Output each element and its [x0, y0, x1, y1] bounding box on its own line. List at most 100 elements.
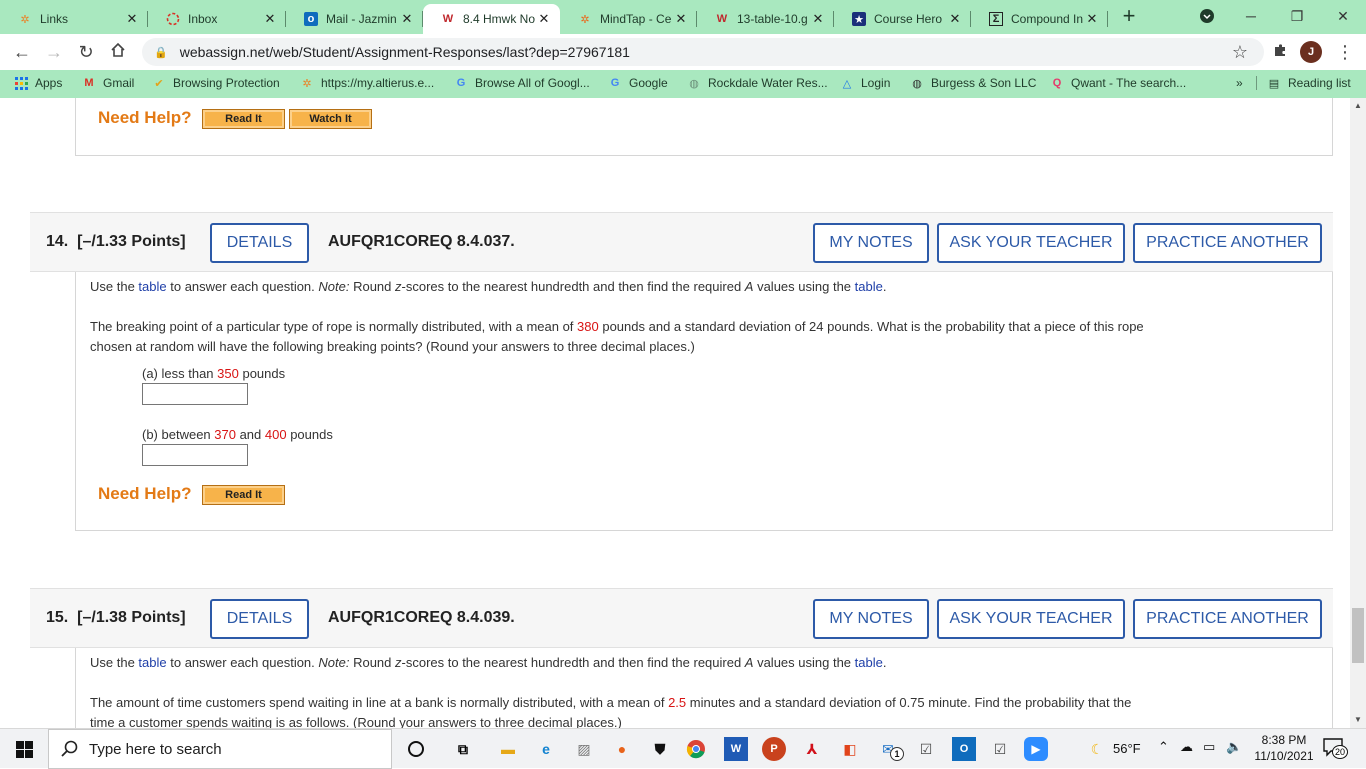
bookmark-browsing-protection[interactable]: ✔ Browsing Protection: [152, 76, 279, 90]
ask-your-teacher-button[interactable]: ASK YOUR TEACHER: [937, 223, 1125, 263]
word-icon[interactable]: W: [724, 737, 748, 761]
bookmarks-overflow-button[interactable]: »: [1236, 76, 1243, 90]
zoom-icon[interactable]: ▶: [1024, 737, 1048, 761]
tab-table[interactable]: W 13-table-10.g ✕: [697, 4, 834, 34]
part-b-answer-input[interactable]: [142, 444, 248, 466]
restore-button[interactable]: ❐: [1274, 0, 1320, 32]
outlook-app-icon[interactable]: O: [952, 737, 976, 761]
close-icon[interactable]: ✕: [810, 11, 826, 27]
read-it-button[interactable]: Read It: [202, 109, 285, 129]
security-shield-icon[interactable]: ⛊: [648, 737, 672, 761]
close-icon[interactable]: ✕: [947, 11, 963, 27]
powerpoint-icon[interactable]: P: [762, 737, 786, 761]
chrome-icon[interactable]: [684, 737, 708, 761]
task-view-icon[interactable]: ⧉: [451, 737, 475, 761]
table-link[interactable]: table: [855, 655, 883, 670]
moon-weather-icon: ☾: [1090, 740, 1104, 757]
bookmark-altierus[interactable]: ✲ https://my.altierus.e...: [300, 76, 434, 90]
cortana-icon[interactable]: [404, 737, 428, 761]
close-icon[interactable]: ✕: [536, 11, 552, 27]
page-scrollbar[interactable]: ▲ ▼: [1350, 98, 1366, 728]
bookmark-star-button[interactable]: ☆: [1228, 40, 1252, 64]
onedrive-cloud-icon[interactable]: ☁: [1180, 739, 1193, 755]
close-icon[interactable]: ✕: [673, 11, 689, 27]
home-button[interactable]: [106, 40, 130, 64]
close-icon[interactable]: ✕: [124, 11, 140, 27]
menu-button[interactable]: ⋮: [1333, 40, 1357, 64]
file-explorer-icon[interactable]: ▬: [496, 737, 520, 761]
extensions-button[interactable]: [1268, 40, 1292, 64]
my-notes-button[interactable]: MY NOTES: [813, 223, 929, 263]
bookmark-gmail[interactable]: M Gmail: [82, 76, 134, 90]
bookmark-qwant[interactable]: Q Qwant - The search...: [1050, 76, 1186, 90]
acrobat-icon[interactable]: ⅄: [800, 737, 824, 761]
profile-avatar[interactable]: J: [1300, 41, 1322, 63]
details-button[interactable]: DETAILS: [210, 223, 309, 263]
bookmark-rockdale[interactable]: ◍ Rockdale Water Res...: [687, 76, 827, 90]
reload-button[interactable]: ↻: [74, 40, 98, 64]
read-it-button[interactable]: Read It: [202, 485, 285, 505]
back-button[interactable]: ←: [10, 40, 34, 64]
details-button[interactable]: DETAILS: [210, 599, 309, 639]
bookmark-burgess[interactable]: ◍ Burgess & Son LLC: [910, 76, 1036, 90]
table-link[interactable]: table: [138, 655, 166, 670]
ask-your-teacher-button[interactable]: ASK YOUR TEACHER: [937, 599, 1125, 639]
weather-temperature[interactable]: 56°F: [1113, 741, 1141, 756]
question-code: AUFQR1COREQ 8.4.037.: [328, 233, 515, 250]
part-a-answer-input[interactable]: [142, 383, 248, 405]
bookmark-google[interactable]: G Google: [608, 76, 668, 90]
tab-title: 8.4 Hmwk No: [463, 12, 536, 26]
tab-title: 13-table-10.g: [737, 12, 808, 26]
tab-search-button[interactable]: [1184, 0, 1230, 32]
start-button[interactable]: [12, 737, 36, 761]
table-link[interactable]: table: [138, 279, 166, 294]
watch-it-button[interactable]: Watch It: [289, 109, 372, 129]
taskbar-search-box[interactable]: Type here to search: [48, 729, 392, 769]
volume-icon[interactable]: 🔈: [1226, 739, 1242, 755]
tab-compound[interactable]: Σ Compound In ✕: [971, 4, 1108, 34]
new-tab-button[interactable]: +: [1118, 5, 1140, 28]
reading-list-icon: ▤: [1268, 77, 1280, 90]
scroll-down-arrow-icon[interactable]: ▼: [1350, 712, 1366, 728]
chevron-down-icon: [1200, 9, 1214, 23]
edge-icon[interactable]: e: [534, 737, 558, 761]
lock-icon: 🔒: [154, 46, 168, 59]
my-notes-button[interactable]: MY NOTES: [813, 599, 929, 639]
firefox-icon[interactable]: ●: [610, 737, 634, 761]
practice-another-button[interactable]: PRACTICE ANOTHER: [1133, 223, 1322, 263]
scroll-up-arrow-icon[interactable]: ▲: [1350, 98, 1366, 114]
address-bar[interactable]: 🔒 webassign.net/web/Student/Assignment-R…: [142, 38, 1264, 66]
tab-hmwk[interactable]: W 8.4 Hmwk No ✕: [423, 4, 560, 34]
forward-button[interactable]: →: [42, 40, 66, 64]
photos-icon[interactable]: ▨: [572, 737, 596, 761]
tab-mindtap[interactable]: ✲ MindTap - Ce ✕: [560, 4, 697, 34]
minimize-button[interactable]: ─: [1228, 0, 1274, 32]
checklist-icon[interactable]: ☑: [988, 737, 1012, 761]
mail-icon[interactable]: ✉ 1: [876, 737, 904, 761]
norton-check-icon[interactable]: ☑: [914, 737, 938, 761]
clock[interactable]: 8:38 PM 11/10/2021: [1254, 732, 1314, 764]
office-icon[interactable]: ◧: [838, 737, 862, 761]
bookmark-apps[interactable]: Apps: [14, 76, 62, 90]
bookmark-browse-google[interactable]: G Browse All of Googl...: [454, 76, 590, 90]
bookmark-login[interactable]: △ Login: [840, 76, 891, 90]
close-icon[interactable]: ✕: [262, 11, 278, 27]
tab-title: MindTap - Ce: [600, 12, 672, 26]
close-icon[interactable]: ✕: [1084, 11, 1100, 27]
scroll-thumb[interactable]: [1352, 608, 1364, 663]
close-window-button[interactable]: ✕: [1320, 0, 1366, 32]
tab-mail[interactable]: o Mail - Jazmin ✕: [286, 4, 423, 34]
tab-inbox[interactable]: Inbox ✕: [148, 4, 286, 34]
tab-links[interactable]: ✲ Links ✕: [0, 4, 148, 34]
tray-chevron-up-icon[interactable]: ⌃: [1158, 739, 1169, 755]
notification-center-button[interactable]: 20: [1322, 737, 1348, 761]
home-icon: [111, 42, 125, 57]
close-icon[interactable]: ✕: [399, 11, 415, 27]
table-link[interactable]: table: [855, 279, 883, 294]
battery-icon[interactable]: ▭: [1203, 739, 1215, 755]
tab-course-hero[interactable]: ★ Course Hero ✕: [834, 4, 971, 34]
reading-list-button[interactable]: ▤ Reading list: [1256, 76, 1351, 90]
globe-icon: ◍: [689, 77, 699, 90]
gmail-loading-icon: [166, 12, 180, 26]
practice-another-button[interactable]: PRACTICE ANOTHER: [1133, 599, 1322, 639]
